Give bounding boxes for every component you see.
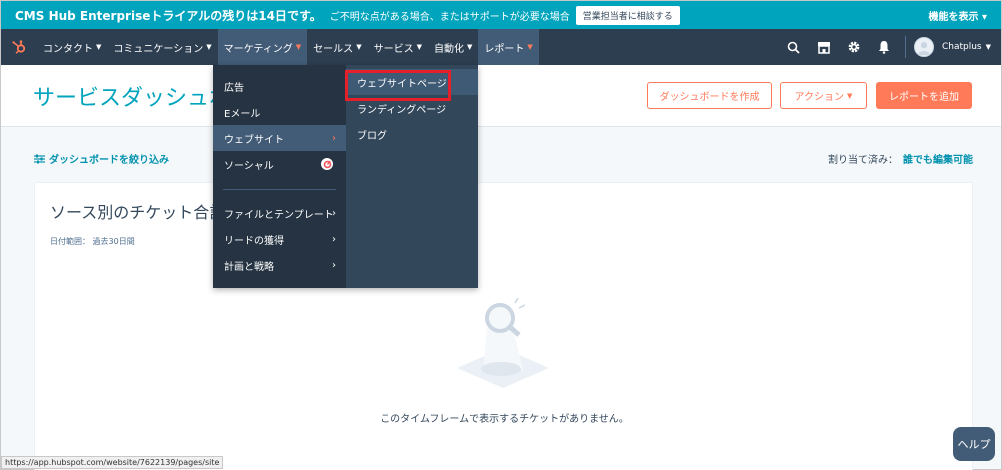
chevron-right-icon: › [332, 259, 336, 271]
chevron-down-icon: ▼ [96, 43, 102, 51]
submenu-blog[interactable]: ブログ [346, 121, 478, 147]
social-status-icon [321, 158, 333, 170]
menu-item-social-label: ソーシャル [224, 160, 274, 172]
chevron-right-icon: › [332, 132, 336, 144]
menu-item-email-label: Eメール [224, 108, 261, 120]
filter-dashboard-label: ダッシュボードを絞り込み [49, 155, 169, 166]
menu-item-planning-strategy[interactable]: 計画と戦略 › [213, 252, 346, 278]
menu-item-files-templates[interactable]: ファイルとテンプレート › [213, 200, 346, 226]
chevron-down-icon: ▼ [295, 43, 302, 51]
report-title: ソース別のチケット合計 [50, 203, 226, 222]
nav-marketing[interactable]: マーケティング ▼ [217, 29, 308, 65]
chevron-down-icon[interactable]: ▼ [986, 43, 991, 51]
caret-down-icon: ▼ [847, 91, 853, 100]
actions-button-label: アクション [794, 92, 845, 103]
filter-dashboard-button[interactable]: ダッシュボードを絞り込み [34, 151, 169, 166]
nav-automation-label: 自動化 [433, 43, 464, 55]
chevron-down-icon: ▼ [527, 43, 533, 51]
filter-icon [34, 154, 45, 163]
chevron-right-icon: › [332, 233, 336, 245]
nav-reports[interactable]: レポート ▼ [478, 29, 539, 65]
nav-service-label: サービス [373, 43, 414, 55]
nav-service[interactable]: サービス ▼ [368, 29, 428, 65]
menu-item-website-label: ウェブサイト [224, 134, 284, 146]
menu-item-website[interactable]: ウェブサイト › [213, 125, 346, 151]
assigned-value-link[interactable]: 誰でも編集可能 [903, 155, 973, 166]
nav-sales[interactable]: セールス ▼ [307, 29, 367, 65]
trial-banner: CMS Hub Enterpriseトライアルの残りは14日です。 ご不明な点が… [1, 1, 1001, 29]
highlight-box [345, 70, 451, 101]
assigned-setting: 割り当て済み： 誰でも編集可能 [828, 151, 973, 166]
add-report-button[interactable]: レポートを追加 [876, 82, 972, 109]
date-range: 日付範囲： 過去30日間 [50, 237, 135, 246]
create-dashboard-button[interactable]: ダッシュボードを作成 [647, 82, 772, 109]
menu-item-ads[interactable]: 広告 [213, 73, 346, 99]
trial-banner-title: CMS Hub Enterpriseトライアルの残りは14日です。 [15, 8, 322, 23]
page-header: サービスダッシュボード ダッシュボードを作成 アクション ▼ レポートを追加 [1, 65, 1001, 127]
talk-to-sales-button[interactable]: 営業担当者に相談する [575, 5, 680, 25]
menu-divider [223, 189, 336, 190]
marketplace-icon[interactable] [809, 29, 839, 65]
menu-item-lead-capture-label: リードの獲得 [224, 235, 284, 247]
nav-contacts[interactable]: コンタクト ▼ [37, 29, 107, 65]
account-name[interactable]: Chatplus [942, 42, 982, 52]
nav-contacts-label: コンタクト [43, 43, 93, 55]
actions-button[interactable]: アクション ▼ [780, 82, 867, 109]
hubspot-logo-icon[interactable] [1, 39, 37, 55]
bell-icon[interactable] [869, 29, 899, 65]
status-bar-url: https://app.hubspot.com/website/7622139/… [1, 456, 224, 469]
menu-item-lead-capture[interactable]: リードの獲得 › [213, 226, 346, 252]
assigned-label: 割り当て済み： [828, 155, 898, 166]
nav-automation[interactable]: 自動化 ▼ [428, 29, 478, 65]
chevron-down-icon: ▼ [356, 43, 362, 51]
menu-item-ads-label: 広告 [224, 82, 244, 94]
nav-utilities: Chatplus ▼ [779, 29, 1001, 65]
report-card: ソース別のチケット合計 日付範囲： 過去30日間 このタイムフレームで表示するチ… [34, 182, 973, 470]
menu-item-planning-strategy-label: 計画と戦略 [224, 261, 274, 273]
empty-state-magnifier-icon [453, 297, 553, 402]
chevron-down-icon: ▼ [466, 43, 473, 51]
chevron-down-icon: ▼ [206, 43, 212, 51]
nav-divider [904, 36, 906, 58]
chevron-down-icon: ▼ [416, 43, 422, 51]
nav-marketing-label: マーケティング [223, 43, 293, 55]
menu-item-email[interactable]: Eメール [213, 99, 346, 125]
menu-item-files-templates-label: ファイルとテンプレート [224, 209, 334, 221]
marketing-menu-categories: 広告 Eメール ウェブサイト › ソーシャル ファイルとテンプレート › リードの獲… [213, 65, 346, 288]
nav-sales-label: セールス [313, 43, 354, 55]
empty-state-message: このタイムフレームで表示するチケットがありません。 [380, 414, 629, 425]
view-features-link[interactable]: 機能を表示 [928, 8, 987, 23]
avatar[interactable] [913, 37, 934, 57]
menu-item-social[interactable]: ソーシャル [213, 151, 346, 177]
chevron-right-icon: › [332, 207, 336, 219]
nav-conversations[interactable]: コミュニケーション ▼ [107, 29, 217, 65]
trial-banner-message: ご不明な点がある場合、またはサポートが必要な場合 [329, 11, 570, 23]
nav-reports-label: レポート [484, 43, 525, 55]
top-navigation: コンタクト ▼ コミュニケーション ▼ マーケティング ▼ セールス ▼ サービス ▼ 自… [1, 29, 1001, 65]
gear-icon[interactable] [839, 29, 869, 65]
help-button[interactable]: ヘルプ [953, 427, 995, 461]
nav-conversations-label: コミュニケーション [113, 43, 204, 55]
search-icon[interactable] [779, 29, 809, 65]
